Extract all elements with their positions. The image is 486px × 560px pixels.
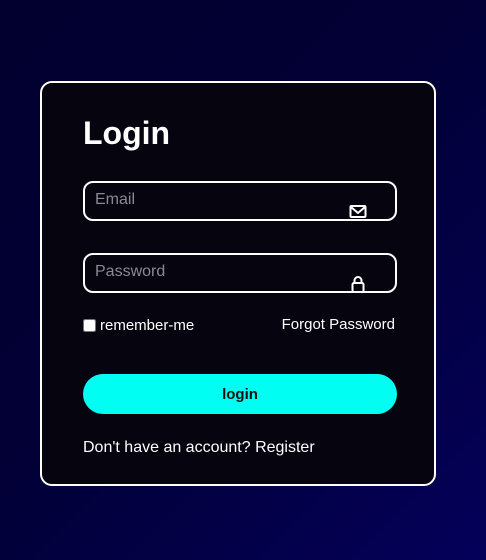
password-field-wrapper [83, 253, 397, 293]
password-input[interactable] [95, 255, 345, 289]
register-prompt-text: Don't have an account? [83, 439, 251, 456]
login-title: Login [83, 115, 171, 151]
lock-icon [349, 275, 367, 293]
register-prompt: Don't have an account? Register [83, 438, 315, 458]
register-link[interactable]: Register [255, 439, 315, 456]
login-card: Login remember-me Forgot Password login … [40, 81, 436, 486]
forgot-password-link[interactable]: Forgot Password [282, 316, 395, 334]
remember-me-option[interactable]: remember-me [83, 316, 194, 334]
remember-me-label: remember-me [100, 316, 195, 334]
email-field-wrapper [83, 181, 397, 221]
login-button[interactable]: login [83, 374, 397, 414]
mail-icon [349, 203, 367, 221]
remember-me-checkbox[interactable] [83, 318, 96, 332]
email-input[interactable] [95, 183, 345, 217]
